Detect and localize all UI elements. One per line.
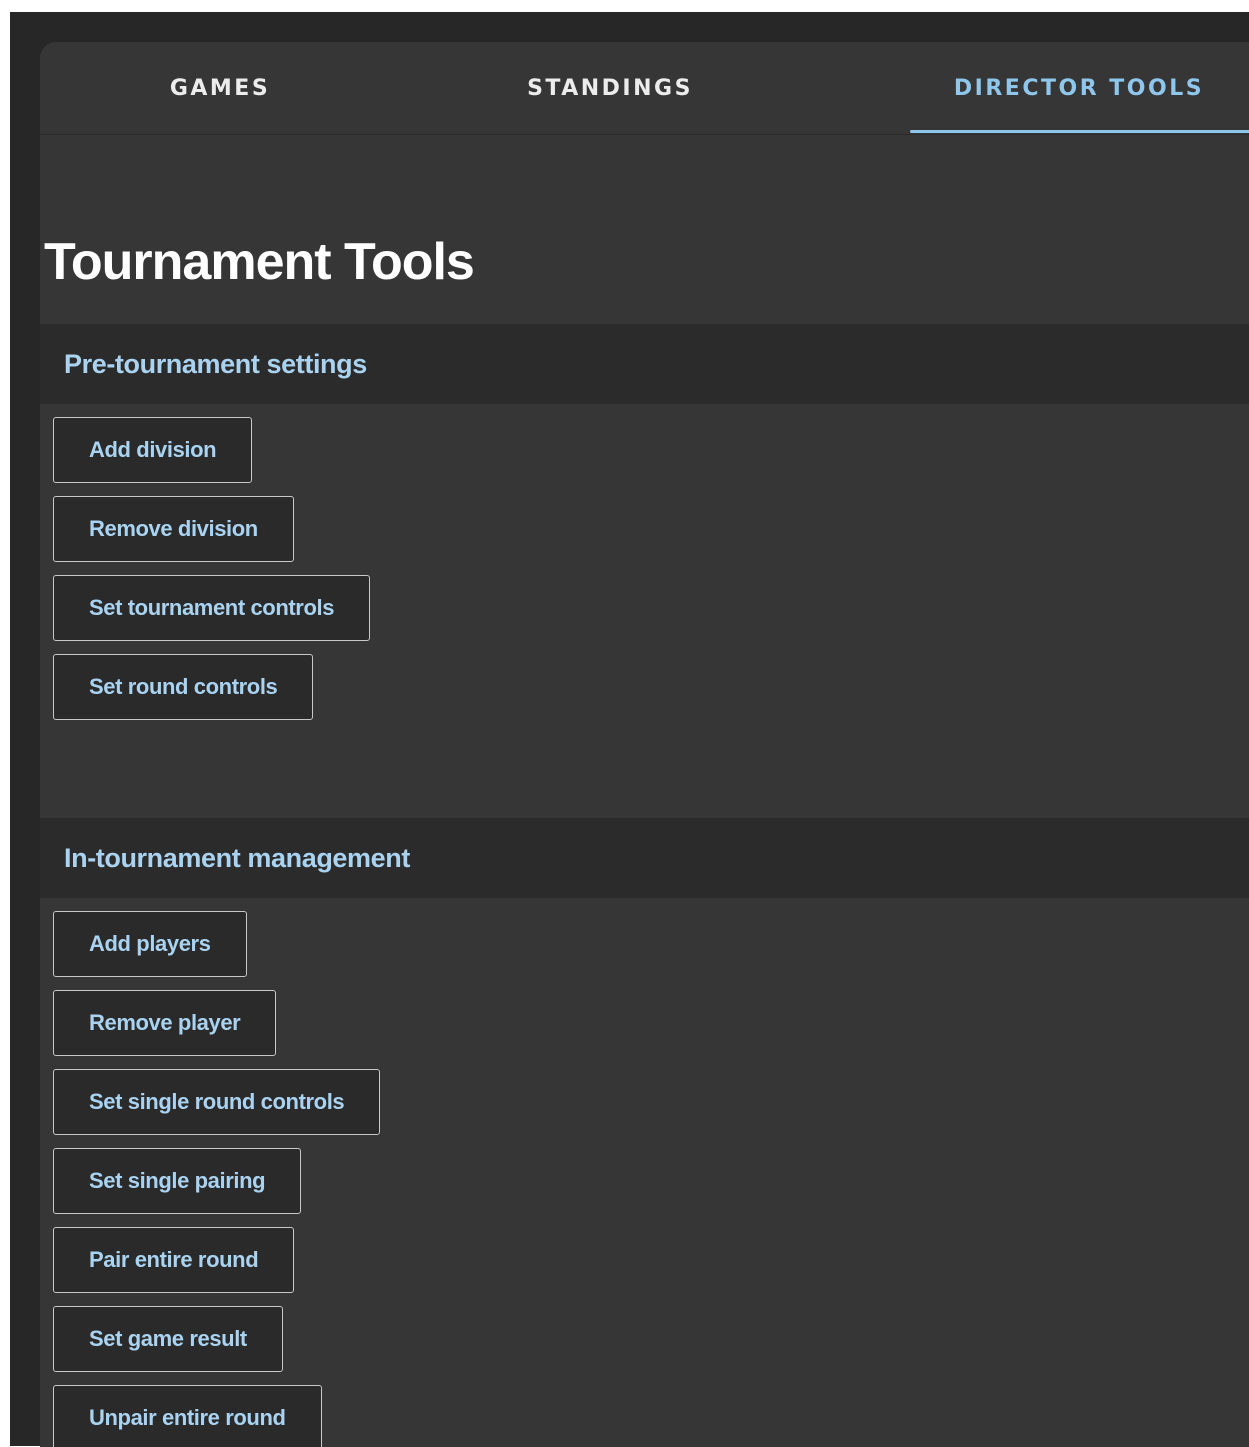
tab-standings[interactable]: STANDINGS	[440, 42, 780, 134]
section-header-in-tournament: In-tournament management	[40, 818, 1249, 898]
add-players-button[interactable]: Add players	[53, 911, 247, 977]
app-frame: GAMES STANDINGS DIRECTOR TOOLS Tournamen…	[10, 12, 1249, 1447]
section-title: In-tournament management	[64, 842, 410, 873]
unpair-entire-round-button[interactable]: Unpair entire round	[53, 1385, 322, 1447]
section-title: Pre-tournament settings	[64, 348, 367, 379]
page-title: Tournament Tools	[44, 233, 475, 291]
remove-division-button[interactable]: Remove division	[53, 496, 294, 562]
tournament-panel: GAMES STANDINGS DIRECTOR TOOLS Tournamen…	[40, 42, 1249, 1447]
pair-entire-round-button[interactable]: Pair entire round	[53, 1227, 295, 1293]
add-division-button[interactable]: Add division	[53, 417, 253, 483]
set-single-round-controls-button[interactable]: Set single round controls	[53, 1069, 381, 1135]
active-tab-indicator	[910, 130, 1249, 133]
section-header-pre-tournament: Pre-tournament settings	[40, 324, 1249, 404]
set-round-controls-button[interactable]: Set round controls	[53, 654, 314, 720]
set-game-result-button[interactable]: Set game result	[53, 1306, 283, 1372]
tab-bar: GAMES STANDINGS DIRECTOR TOOLS	[40, 42, 1249, 135]
set-single-pairing-button[interactable]: Set single pairing	[53, 1148, 302, 1214]
tab-games[interactable]: GAMES	[40, 42, 400, 134]
set-tournament-controls-button[interactable]: Set tournament controls	[53, 575, 371, 641]
remove-player-button[interactable]: Remove player	[53, 990, 277, 1056]
tab-director-tools[interactable]: DIRECTOR TOOLS	[908, 42, 1249, 134]
